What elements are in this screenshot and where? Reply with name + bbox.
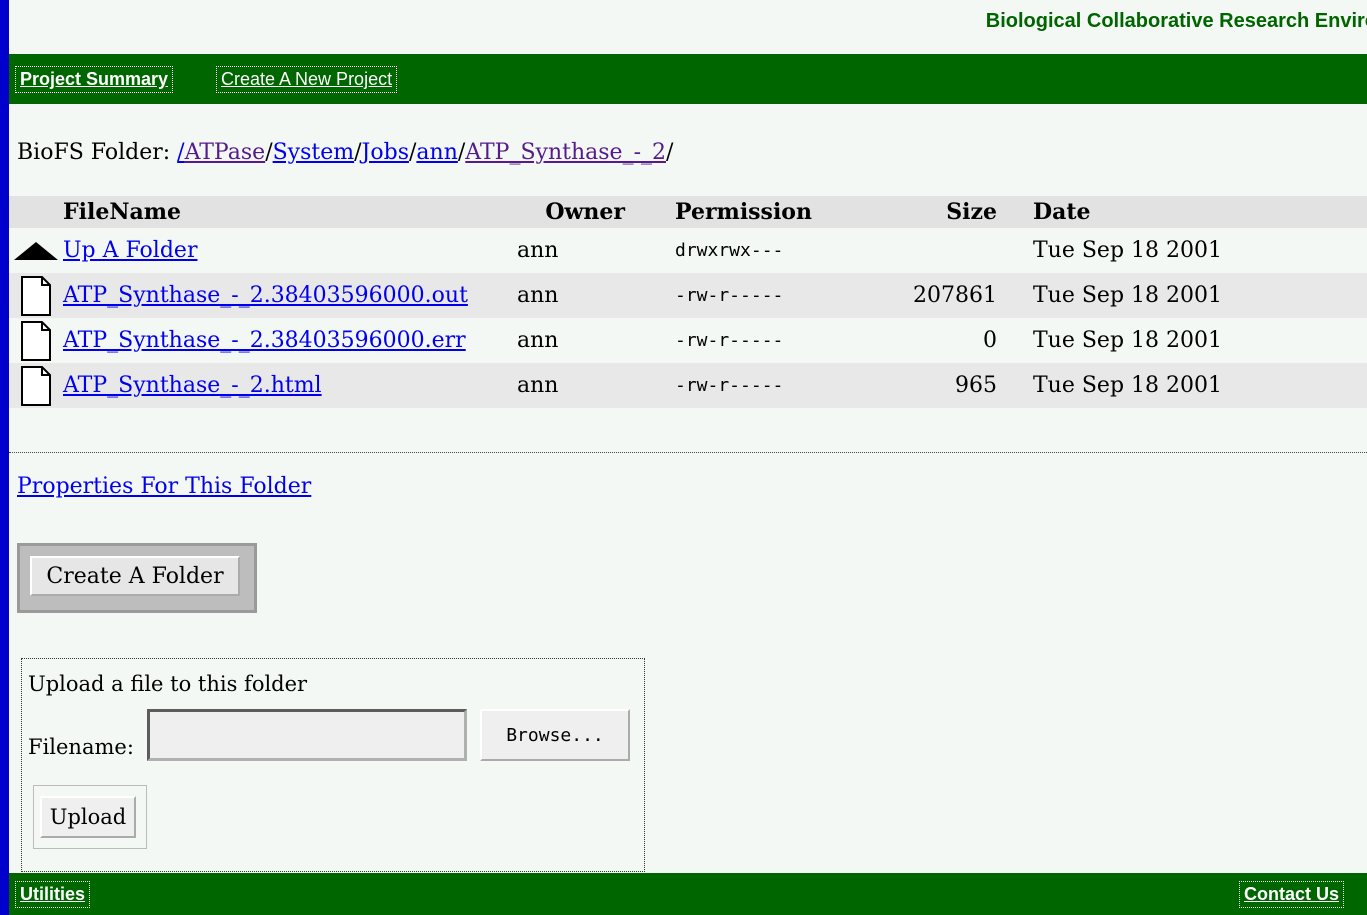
bottom-nav-bar: Utilities Contact Us — [9, 873, 1367, 915]
owner-cell: ann — [517, 273, 665, 318]
size-cell: 207861 — [875, 273, 1015, 318]
site-title: Biological Collaborative Research Enviro… — [985, 10, 1367, 32]
breadcrumb-separator: / — [265, 140, 273, 165]
table-header-row: FileName Owner Permission Size Date — [9, 196, 1367, 228]
filename-label: Filename: — [28, 735, 134, 759]
breadcrumb-separator: / — [666, 140, 674, 165]
header-owner: Owner — [517, 196, 665, 228]
file-table: FileName Owner Permission Size Date Up A… — [9, 196, 1367, 408]
create-folder-button[interactable]: Create A Folder — [30, 556, 240, 596]
header-date: Date — [1015, 196, 1367, 228]
breadcrumb-system[interactable]: System — [273, 140, 355, 165]
breadcrumb-root[interactable]: / — [177, 140, 184, 165]
breadcrumb-jobs[interactable]: Jobs — [362, 140, 409, 165]
owner-cell: ann — [517, 328, 559, 353]
date-cell: Tue Sep 18 2001 — [1015, 273, 1367, 318]
header-size: Size — [875, 196, 1015, 228]
create-folder-frame: Create A Folder — [17, 543, 257, 613]
permission-cell: -rw-r----- — [665, 273, 875, 318]
browse-button[interactable]: Browse... — [480, 709, 630, 761]
contact-us-link[interactable]: Contact Us — [1239, 881, 1345, 908]
upload-form: Upload a file to this folder Filename: B… — [21, 658, 645, 872]
breadcrumb-ann[interactable]: ann — [416, 140, 457, 165]
browser-page: Biological Collaborative Research Enviro… — [9, 0, 1367, 915]
date-cell: Tue Sep 18 2001 — [1033, 238, 1222, 263]
file-link[interactable]: ATP_Synthase_-_2.38403596000.err — [63, 328, 466, 353]
table-row: ATP_Synthase_-_2.html ann -rw-r----- 965… — [9, 363, 1367, 408]
permission-cell: -rw-r----- — [665, 363, 875, 408]
document-icon[interactable] — [20, 365, 52, 407]
table-row: Up A Folder ann drwxrwx--- Tue Sep 18 20… — [9, 228, 1367, 273]
size-cell: 0 — [983, 328, 997, 353]
owner-cell: ann — [517, 363, 665, 408]
breadcrumb-atpase[interactable]: ATPase — [185, 140, 266, 165]
divider — [9, 452, 1367, 453]
table-row: ATP_Synthase_-_2.38403596000.out ann -rw… — [9, 273, 1367, 318]
up-arrow-icon[interactable] — [14, 242, 58, 260]
date-cell: Tue Sep 18 2001 — [1015, 363, 1367, 408]
file-link[interactable]: ATP_Synthase_-_2.html — [63, 373, 322, 398]
file-link[interactable]: Up A Folder — [63, 238, 197, 263]
breadcrumb-separator: / — [354, 140, 362, 165]
breadcrumb-current-folder[interactable]: ATP_Synthase_-_2 — [465, 140, 666, 165]
document-icon[interactable] — [20, 320, 52, 362]
utilities-link[interactable]: Utilities — [15, 881, 91, 908]
upload-button-frame: Upload — [33, 785, 147, 849]
top-nav-bar: Project Summary Create A New Project — [9, 54, 1367, 104]
owner-cell: ann — [517, 238, 559, 263]
breadcrumb: BioFS Folder: /ATPase/System/Jobs/ann/AT… — [17, 140, 673, 165]
size-cell: 965 — [875, 363, 1015, 408]
date-cell: Tue Sep 18 2001 — [1033, 328, 1222, 353]
breadcrumb-prefix: BioFS Folder: — [17, 140, 178, 165]
upload-button[interactable]: Upload — [40, 796, 136, 838]
document-icon[interactable] — [20, 275, 52, 317]
upload-title: Upload a file to this folder — [28, 672, 308, 696]
header-permission: Permission — [665, 196, 875, 228]
folder-properties-link[interactable]: Properties For This Folder — [17, 474, 311, 499]
permission-cell: -rw-r----- — [675, 330, 784, 351]
create-new-project-link[interactable]: Create A New Project — [216, 66, 398, 93]
permission-cell: drwxrwx--- — [675, 240, 784, 261]
project-summary-link[interactable]: Project Summary — [15, 66, 174, 93]
table-row: ATP_Synthase_-_2.38403596000.err ann -rw… — [9, 318, 1367, 363]
file-link[interactable]: ATP_Synthase_-_2.38403596000.out — [63, 283, 468, 308]
size-cell — [875, 228, 1015, 273]
header-filename: FileName — [63, 196, 517, 228]
filename-input[interactable] — [147, 709, 467, 761]
